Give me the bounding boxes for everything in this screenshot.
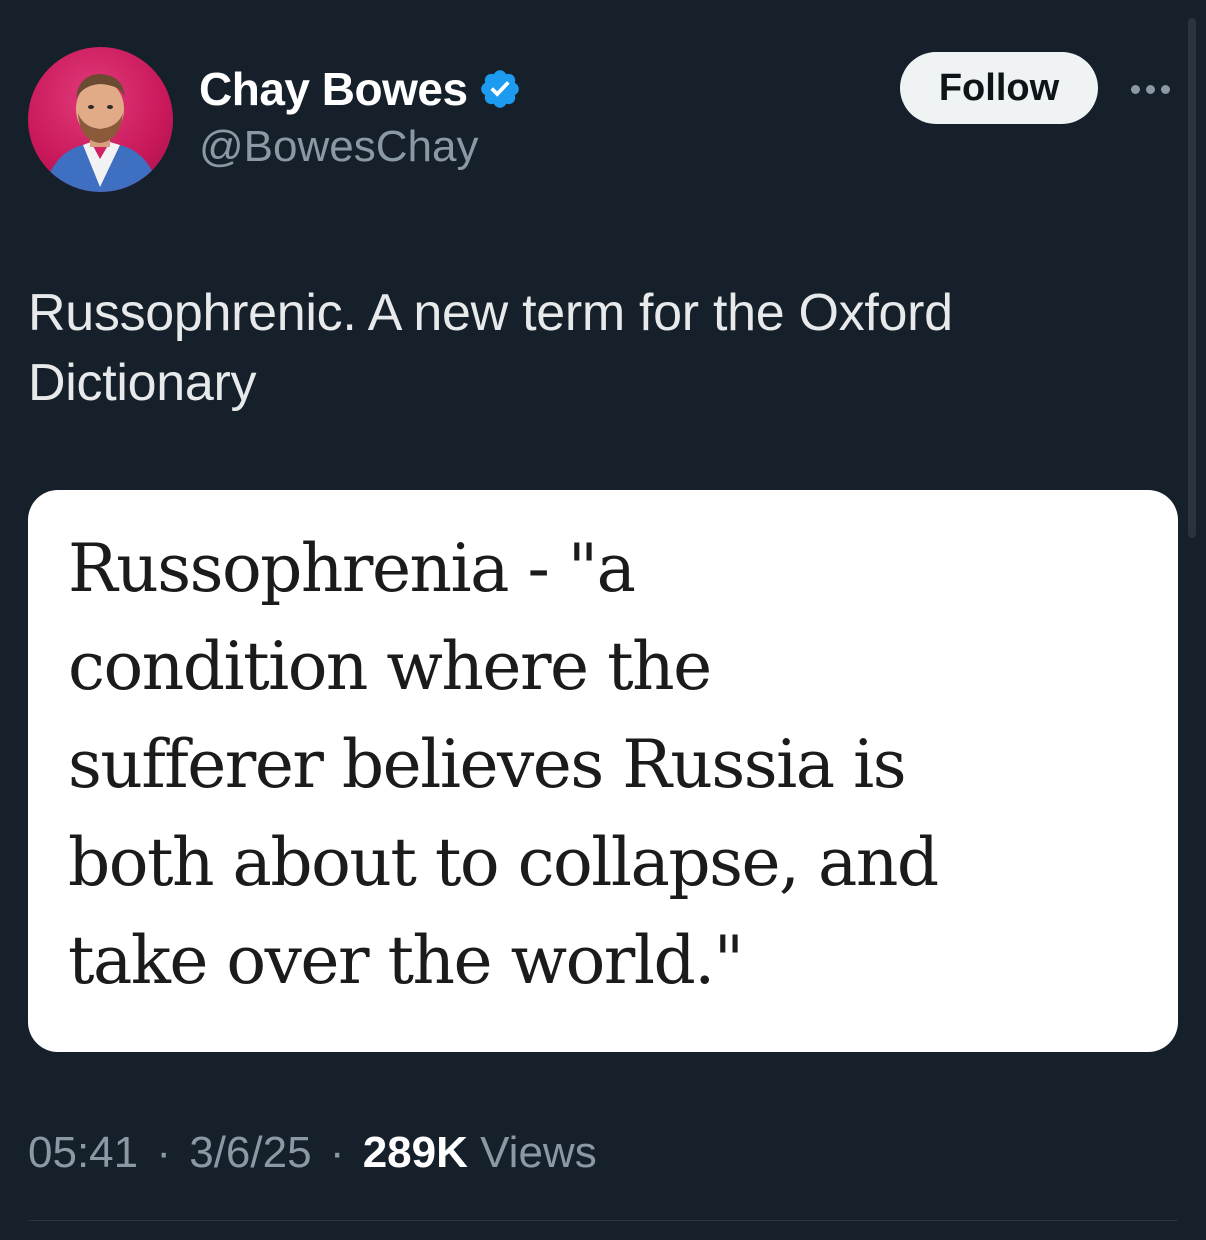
more-dot [1130,84,1140,94]
tweet-container: Chay Bowes @BowesChay Follow Russophreni… [0,0,1206,1240]
divider [28,1220,1178,1221]
display-name[interactable]: Chay Bowes [199,62,468,116]
follow-button[interactable]: Follow [900,52,1098,124]
tweet-meta: 05:41 · 3/6/25 · 289K Views [28,1128,597,1178]
author-handle[interactable]: @BowesChay [199,122,478,172]
views-count[interactable]: 289K [363,1128,468,1177]
tweet-text: Russophrenic. A new term for the Oxford … [28,278,1148,418]
more-horizontal-icon[interactable] [1120,72,1180,106]
tweet-date[interactable]: 3/6/25 [189,1128,311,1177]
media-text-line: both about to collapse, and [68,824,939,901]
views-label: Views [480,1128,597,1177]
more-dot [1145,84,1155,94]
media-text-line: sufferer believes Russia is [68,726,907,803]
tweet-text-line: Dictionary [28,354,257,412]
media-text-line: condition where the [68,628,712,705]
author-row: Chay Bowes [199,62,522,116]
media-text-line: take over the world." [68,922,744,999]
avatar[interactable] [28,47,173,192]
tweet-text-line: Russophrenic. A new term for the Oxford [28,284,953,342]
media-text-line: Russophrenia - "a [68,530,636,607]
more-dot [1160,84,1170,94]
verified-badge-icon[interactable] [478,67,522,111]
meta-separator: · [329,1128,345,1177]
scrollbar[interactable] [1188,18,1196,538]
tweet-time[interactable]: 05:41 [28,1128,138,1177]
media-text: Russophrenia - "a condition where the su… [68,520,1158,1010]
media-image[interactable]: Russophrenia - "a condition where the su… [28,490,1178,1052]
avatar-image [43,74,160,192]
meta-separator: · [156,1128,171,1177]
